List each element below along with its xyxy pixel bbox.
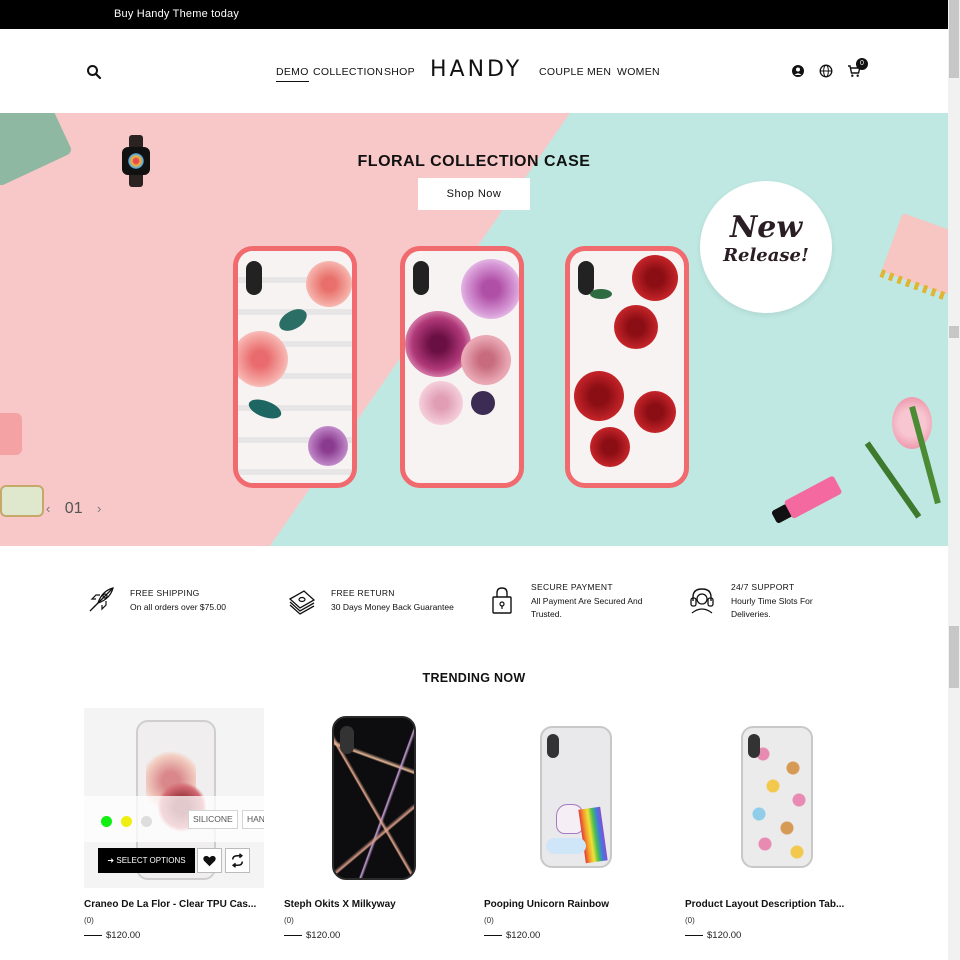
product-name[interactable]: Product Layout Description Tab... — [685, 899, 844, 910]
option-silicone[interactable]: SILICONE — [188, 810, 238, 829]
option-hard[interactable]: HAN — [242, 810, 264, 829]
product-rating: (0) — [284, 916, 294, 925]
perfume-bottle-image — [0, 485, 44, 517]
refresh-icon — [231, 853, 244, 868]
announcement-text[interactable]: Buy Handy Theme today — [114, 8, 239, 20]
feature-desc: All Payment Are Secured And Trusted. — [531, 596, 643, 619]
headset-icon — [690, 588, 714, 614]
trending-title: TRENDING NOW — [422, 671, 526, 685]
floral-phone-case-3 — [565, 246, 689, 488]
compare-button[interactable] — [225, 848, 250, 873]
floral-phone-case-2 — [400, 246, 524, 488]
slide-navigation: ‹ 01 › — [46, 500, 101, 518]
cart-count-badge: 0 — [856, 58, 868, 70]
product-image[interactable] — [484, 708, 664, 888]
product-image[interactable] — [284, 708, 464, 888]
nav-men[interactable]: MEN — [587, 66, 611, 78]
color-swatch[interactable] — [141, 816, 152, 827]
product-card[interactable]: SILICONE HAN ➜ SELECT OPTIONS Craneo De … — [84, 708, 264, 941]
color-swatch[interactable] — [121, 816, 132, 827]
product-price: $120.00 — [685, 930, 741, 941]
scrollbar-thumb[interactable] — [949, 0, 959, 78]
product-price: $120.00 — [84, 930, 140, 941]
shop-now-button[interactable]: Shop Now — [418, 178, 530, 210]
scrollbar-marker — [949, 326, 959, 338]
money-icon — [288, 590, 316, 615]
new-release-badge: New Release! — [700, 181, 832, 313]
floral-phone-case-1 — [233, 246, 357, 488]
phone-case-image — [741, 726, 813, 868]
product-card[interactable]: Steph Okits X Milkyway (0) $120.00 — [284, 708, 464, 941]
product-price: $120.00 — [284, 930, 340, 941]
notebook-image — [879, 212, 948, 301]
announcement-bar: Buy Handy Theme today — [0, 0, 948, 29]
wishlist-button[interactable] — [197, 848, 222, 873]
product-price: $120.00 — [484, 930, 540, 941]
hero-slider[interactable]: FLORAL COLLECTION CASE Shop Now New Rele… — [0, 113, 948, 546]
nav-shop[interactable]: SHOP — [384, 66, 415, 78]
slide-number: 01 — [64, 500, 83, 517]
color-swatch[interactable] — [101, 816, 112, 827]
feature-desc: 30 Days Money Back Guarantee — [331, 602, 454, 612]
hero-title: FLORAL COLLECTION CASE — [357, 153, 591, 170]
feature-title: SECURE PAYMENT — [531, 582, 613, 592]
lip-gloss-image — [770, 475, 843, 526]
heart-icon — [203, 855, 216, 867]
feature-title: FREE RETURN — [331, 588, 395, 598]
prev-slide-icon[interactable]: ‹ — [46, 501, 50, 516]
product-rating: (0) — [84, 916, 94, 925]
tulip-flowers-image — [864, 385, 948, 519]
phone-case-image — [540, 726, 612, 868]
feature-desc: Hourly Time Slots For Deliveries. — [731, 596, 813, 619]
product-card[interactable]: Product Layout Description Tab... (0) $1… — [685, 708, 865, 941]
feature-title: FREE SHIPPING — [130, 588, 200, 598]
feature-desc: On all orders over $75.00 — [130, 602, 226, 612]
nail-polish-image — [0, 413, 22, 455]
site-header: DEMO COLLECTION SHOP COUPLE MEN WOMEN HA… — [0, 29, 948, 113]
scrollbar-marker — [949, 626, 959, 688]
nav-demo[interactable]: DEMO — [276, 66, 309, 82]
nav-women[interactable]: WOMEN — [617, 66, 660, 78]
rocket-icon — [89, 587, 114, 612]
product-rating: (0) — [484, 916, 494, 925]
product-image[interactable] — [685, 708, 865, 888]
next-slide-icon[interactable]: › — [97, 501, 101, 516]
search-icon[interactable] — [86, 64, 102, 80]
product-name[interactable]: Craneo De La Flor - Clear TPU Cas... — [84, 899, 256, 910]
arrow-right-icon: ➜ — [107, 856, 115, 865]
page-scrollbar[interactable] — [948, 0, 960, 960]
account-icon[interactable] — [791, 64, 805, 78]
nav-couple[interactable]: COUPLE — [539, 66, 584, 78]
feature-title: 24/7 SUPPORT — [731, 582, 795, 592]
globe-icon[interactable] — [819, 64, 833, 78]
product-name[interactable]: Pooping Unicorn Rainbow — [484, 899, 609, 910]
product-rating: (0) — [685, 916, 695, 925]
product-image[interactable]: SILICONE HAN ➜ SELECT OPTIONS — [84, 708, 264, 888]
phone-case-image — [332, 716, 416, 880]
nav-collection[interactable]: COLLECTION — [313, 66, 383, 78]
select-options-button[interactable]: ➜ SELECT OPTIONS — [98, 848, 195, 873]
product-card[interactable]: Pooping Unicorn Rainbow (0) $120.00 — [484, 708, 664, 941]
product-name[interactable]: Steph Okits X Milkyway — [284, 899, 396, 910]
lock-icon — [492, 587, 512, 614]
site-logo[interactable]: HANDY — [430, 57, 522, 82]
